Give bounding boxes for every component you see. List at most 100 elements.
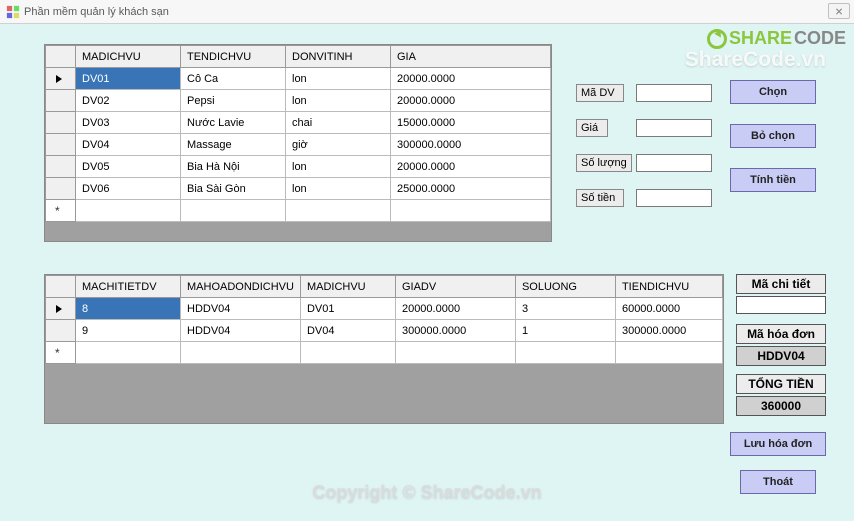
sotien-input[interactable] (636, 189, 712, 207)
cell[interactable] (515, 342, 615, 364)
cell[interactable] (391, 200, 551, 222)
cell[interactable]: 60000.0000 (615, 298, 722, 320)
cell[interactable]: HDDV04 (181, 298, 301, 320)
machitiet-label: Mã chi tiết (736, 274, 826, 294)
col-giadv[interactable]: GIADV (395, 276, 515, 298)
gia-input[interactable] (636, 119, 712, 137)
col-donvitinh[interactable]: DONVITINH (286, 46, 391, 68)
row-header[interactable] (46, 134, 76, 156)
cell[interactable] (286, 200, 391, 222)
row-header[interactable]: * (46, 342, 76, 364)
tinhtien-button[interactable]: Tính tiền (730, 168, 816, 192)
machitiet-value (736, 296, 826, 314)
titlebar[interactable]: Phần mềm quản lý khách sạn 🗙 (0, 0, 854, 24)
cell[interactable]: 25000.0000 (391, 178, 551, 200)
cell[interactable]: DV01 (76, 68, 181, 90)
cell[interactable]: DV06 (76, 178, 181, 200)
table-row[interactable]: DV03Nước Laviechai15000.0000 (46, 112, 551, 134)
cell[interactable]: Cô Ca (181, 68, 286, 90)
cell[interactable]: lon (286, 156, 391, 178)
table-row[interactable]: DV05Bia Hà Nộilon20000.0000 (46, 156, 551, 178)
new-row[interactable]: * (46, 342, 723, 364)
cell[interactable]: 20000.0000 (395, 298, 515, 320)
cell[interactable]: 20000.0000 (391, 68, 551, 90)
bochon-button[interactable]: Bỏ chọn (730, 124, 816, 148)
new-row[interactable]: * (46, 200, 551, 222)
cell[interactable]: Bia Hà Nội (181, 156, 286, 178)
col-madichvu[interactable]: MADICHVU (76, 46, 181, 68)
cell[interactable]: Nước Lavie (181, 112, 286, 134)
cell[interactable]: DV04 (76, 134, 181, 156)
cell[interactable]: 8 (76, 298, 181, 320)
table-row[interactable]: DV04Massagegiờ300000.0000 (46, 134, 551, 156)
cell[interactable]: lon (286, 90, 391, 112)
content-area: SHARECODE ShareCode.vn MADICHVU TENDICHV… (0, 24, 854, 521)
thoat-button[interactable]: Thoát (740, 470, 816, 494)
cell[interactable]: 9 (76, 320, 181, 342)
cell[interactable]: DV03 (76, 112, 181, 134)
col-mahoadondichvu[interactable]: MAHOADONDICHVU (181, 276, 301, 298)
col-madichvu2[interactable]: MADICHVU (300, 276, 395, 298)
chon-button[interactable]: Chọn (730, 80, 816, 104)
cell[interactable] (181, 200, 286, 222)
col-machitietdv[interactable]: MACHITIETDV (76, 276, 181, 298)
row-header[interactable] (46, 320, 76, 342)
cell[interactable]: 300000.0000 (615, 320, 722, 342)
gia-label: Giá (576, 119, 608, 137)
cell[interactable]: giờ (286, 134, 391, 156)
grid2-corner[interactable] (46, 276, 76, 298)
table-row[interactable]: DV02Pepsilon20000.0000 (46, 90, 551, 112)
window-close-button[interactable]: 🗙 (828, 3, 850, 19)
cell[interactable]: DV05 (76, 156, 181, 178)
cell[interactable]: 300000.0000 (395, 320, 515, 342)
cell[interactable]: 15000.0000 (391, 112, 551, 134)
details-grid[interactable]: MACHITIETDV MAHOADONDICHVU MADICHVU GIAD… (44, 274, 724, 424)
row-header[interactable] (46, 156, 76, 178)
app-window: Phần mềm quản lý khách sạn 🗙 SHARECODE S… (0, 0, 854, 521)
cell[interactable] (615, 342, 722, 364)
madv-input[interactable] (636, 84, 712, 102)
cell[interactable]: DV02 (76, 90, 181, 112)
watermark-top: ShareCode.vn (685, 48, 826, 72)
cell[interactable]: 300000.0000 (391, 134, 551, 156)
row-header[interactable]: * (46, 200, 76, 222)
col-gia[interactable]: GIA (391, 46, 551, 68)
cell[interactable]: 20000.0000 (391, 156, 551, 178)
cell[interactable]: lon (286, 68, 391, 90)
cell[interactable] (76, 342, 181, 364)
cell[interactable]: 20000.0000 (391, 90, 551, 112)
row-header[interactable] (46, 112, 76, 134)
row-header[interactable] (46, 68, 76, 90)
table-row[interactable]: 9HDDV04DV04300000.00001300000.0000 (46, 320, 723, 342)
cell[interactable]: Massage (181, 134, 286, 156)
col-tendichvu[interactable]: TENDICHVU (181, 46, 286, 68)
cell[interactable] (395, 342, 515, 364)
cell[interactable]: DV01 (300, 298, 395, 320)
cell[interactable]: 1 (515, 320, 615, 342)
table-row[interactable]: DV01Cô Calon20000.0000 (46, 68, 551, 90)
luuhoadon-button[interactable]: Lưu hóa đơn (730, 432, 826, 456)
col-soluong[interactable]: SOLUONG (515, 276, 615, 298)
cell[interactable]: Pepsi (181, 90, 286, 112)
table-row[interactable]: 8HDDV04DV0120000.0000360000.0000 (46, 298, 723, 320)
row-header[interactable] (46, 90, 76, 112)
col-tiendichvu[interactable]: TIENDICHVU (615, 276, 722, 298)
services-grid[interactable]: MADICHVU TENDICHVU DONVITINH GIA DV01Cô … (44, 44, 552, 242)
row-header[interactable] (46, 298, 76, 320)
sotien-label: Số tiền (576, 189, 624, 207)
cell[interactable] (76, 200, 181, 222)
soluong-input[interactable] (636, 154, 712, 172)
table-row[interactable]: DV06Bia Sài Gònlon25000.0000 (46, 178, 551, 200)
cell[interactable] (300, 342, 395, 364)
cell[interactable]: DV04 (300, 320, 395, 342)
grid-corner[interactable] (46, 46, 76, 68)
sharecode-logo: SHARECODE (707, 28, 846, 49)
cell[interactable] (181, 342, 301, 364)
soluong-label: Số lượng (576, 154, 632, 172)
cell[interactable]: lon (286, 178, 391, 200)
row-header[interactable] (46, 178, 76, 200)
cell[interactable]: HDDV04 (181, 320, 301, 342)
cell[interactable]: 3 (515, 298, 615, 320)
cell[interactable]: Bia Sài Gòn (181, 178, 286, 200)
cell[interactable]: chai (286, 112, 391, 134)
